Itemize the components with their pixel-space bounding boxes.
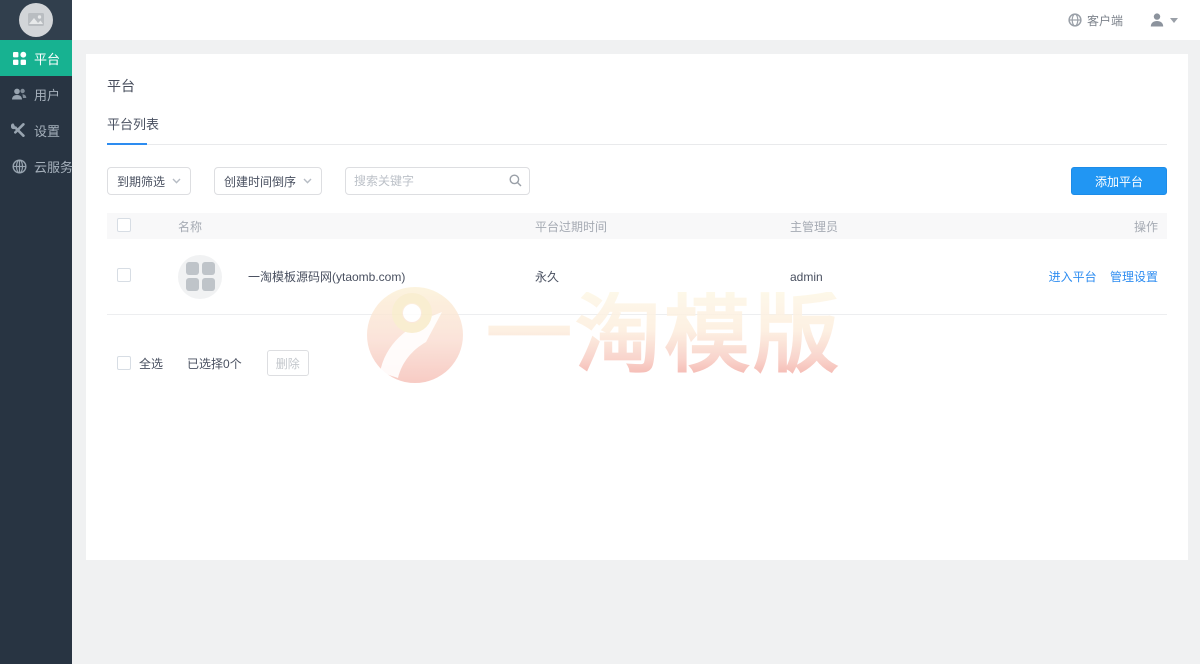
manage-settings-link[interactable]: 管理设置 (1110, 270, 1158, 284)
sidebar-item-users[interactable]: 用户 (0, 76, 72, 112)
client-menu-button[interactable]: 客户端 (1068, 12, 1123, 29)
sidebar-item-platform[interactable]: 平台 (0, 40, 72, 76)
sort-order-label: 创建时间倒序 (224, 173, 296, 190)
users-icon (11, 86, 27, 102)
table-row: 一淘模板源码网(ytaomb.com) 永久 admin 进入平台 管理设置 (107, 239, 1167, 315)
expiry-filter-select[interactable]: 到期筛选 (107, 167, 191, 195)
toolbar: 到期筛选 创建时间倒序 添加平台 (107, 167, 1167, 195)
sidebar-item-label: 云服务 (34, 157, 73, 176)
tools-icon (11, 122, 27, 138)
globe-icon (1068, 13, 1082, 27)
select-all-label: 全选 (139, 355, 163, 372)
active-tab-underline (107, 143, 147, 145)
column-header-expiry: 平台过期时间 (525, 218, 780, 235)
chevron-down-icon (303, 178, 312, 184)
platform-table: 名称 平台过期时间 主管理员 操作 一淘模板源码网(ytaomb.com) 永久… (107, 213, 1167, 315)
sidebar-item-label: 设置 (34, 121, 60, 140)
tab-platform-list[interactable]: 平台列表 (107, 114, 159, 145)
grid-icon (11, 50, 27, 66)
user-menu-button[interactable] (1149, 12, 1178, 28)
sidebar: 平台 用户 设置 云服务 (0, 0, 72, 664)
tab-bar: 平台列表 (107, 114, 1167, 145)
sidebar-item-settings[interactable]: 设置 (0, 112, 72, 148)
row-checkbox[interactable] (117, 268, 131, 282)
delete-button[interactable]: 删除 (267, 350, 309, 376)
content-card: 平台 平台列表 到期筛选 创建时间倒序 添加平台 名称 (86, 54, 1188, 560)
page-title: 平台 (107, 76, 1167, 96)
enter-platform-link[interactable]: 进入平台 (1049, 270, 1097, 284)
search-icon[interactable] (509, 174, 522, 187)
avatar[interactable] (19, 3, 53, 37)
topbar: 客户端 (72, 0, 1200, 40)
column-header-admin: 主管理员 (780, 218, 1035, 235)
sidebar-item-cloud[interactable]: 云服务 (0, 148, 72, 184)
globe-icon (11, 158, 27, 174)
image-placeholder-icon (25, 9, 47, 31)
chevron-down-icon (172, 178, 181, 184)
selection-footer: 全选 已选择0个 删除 (107, 350, 1167, 376)
search-input[interactable] (345, 167, 530, 195)
add-platform-button[interactable]: 添加平台 (1071, 167, 1167, 195)
platform-expiry: 永久 (525, 268, 780, 285)
header-checkbox[interactable] (117, 218, 131, 232)
selected-count: 已选择0个 (187, 355, 242, 372)
table-header-row: 名称 平台过期时间 主管理员 操作 (107, 213, 1167, 239)
sidebar-avatar-area (0, 0, 72, 40)
expiry-filter-label: 到期筛选 (117, 173, 165, 190)
user-icon (1149, 12, 1165, 28)
search-box (345, 167, 530, 195)
sidebar-item-label: 用户 (34, 85, 60, 104)
platform-admin: admin (780, 270, 1035, 284)
chevron-down-icon (1170, 18, 1178, 23)
column-header-name: 名称 (168, 218, 525, 235)
platform-name: 一淘模板源码网(ytaomb.com) (248, 268, 405, 285)
select-all-checkbox[interactable] (117, 356, 131, 370)
platform-avatar (178, 255, 222, 299)
column-header-actions: 操作 (1035, 218, 1167, 235)
client-label: 客户端 (1087, 12, 1123, 29)
sidebar-item-label: 平台 (34, 49, 60, 68)
sort-order-select[interactable]: 创建时间倒序 (214, 167, 322, 195)
